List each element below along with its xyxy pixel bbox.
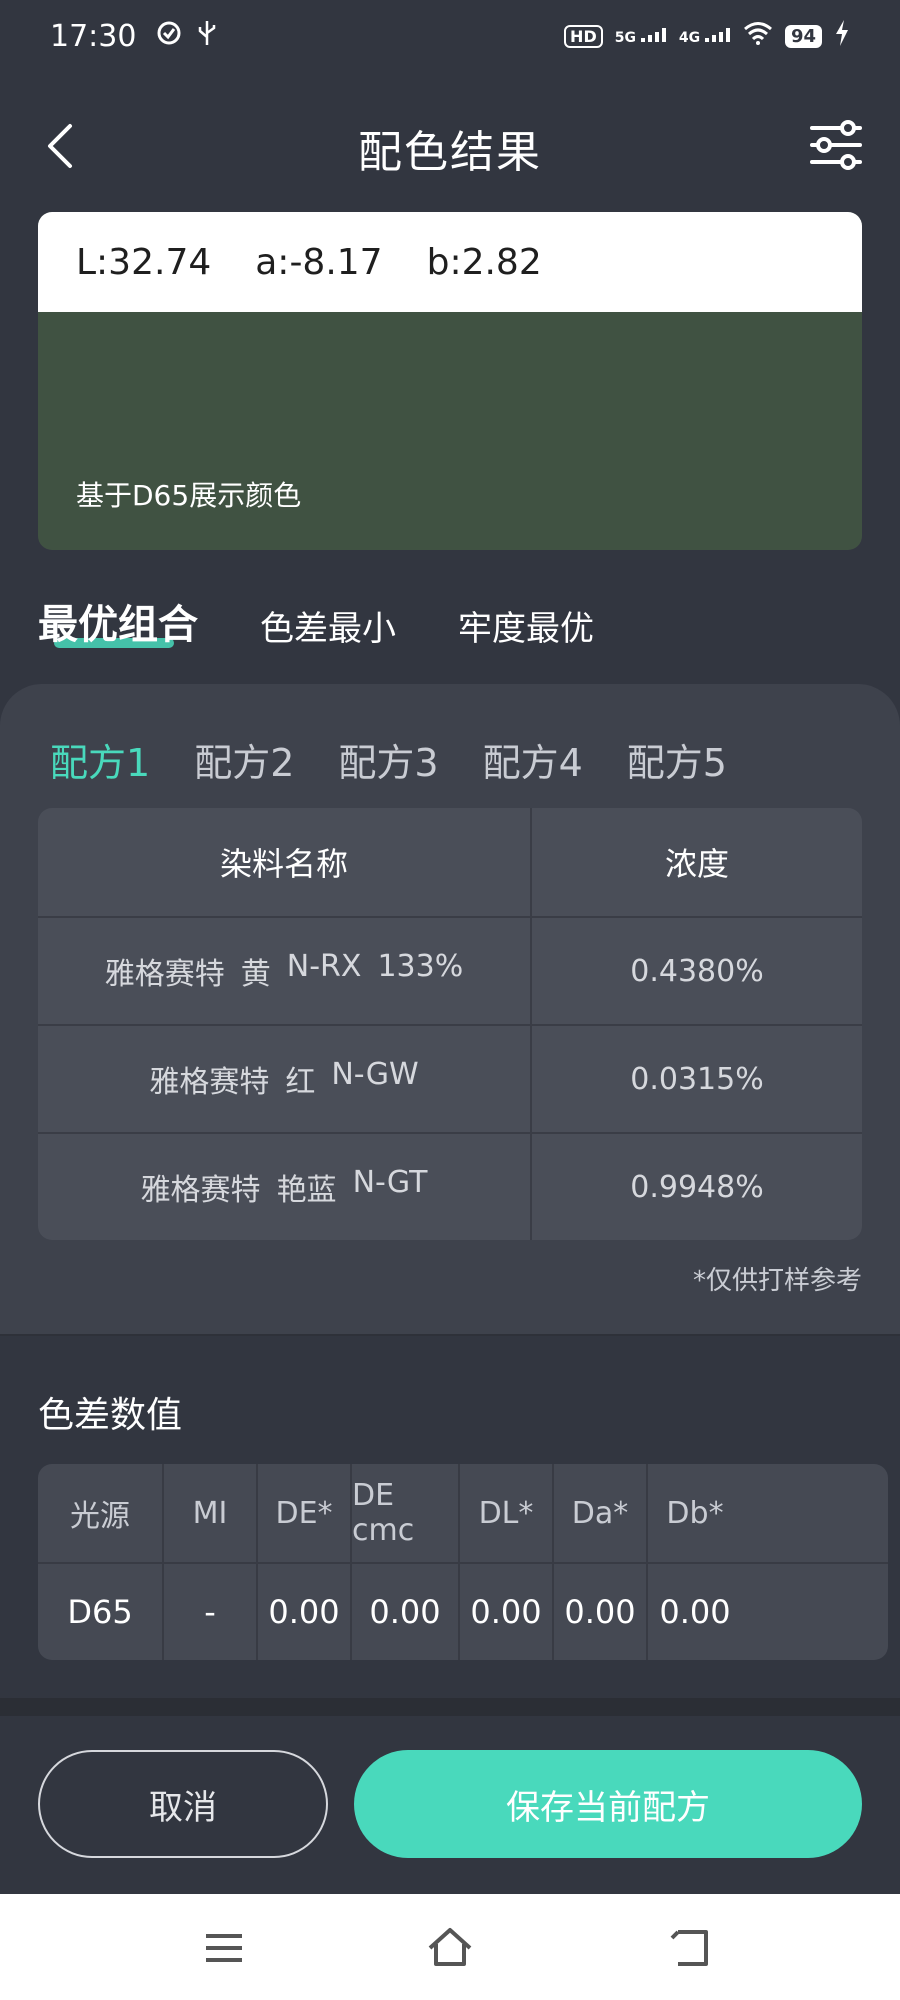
lab-l-value: L:32.74 — [76, 241, 212, 283]
table-row: 雅格赛特 艳蓝 N-GT 0.9948% — [38, 1132, 862, 1240]
section-divider — [0, 1334, 900, 1336]
color-diff-header-cell: DE cmc — [352, 1464, 460, 1562]
return-icon — [670, 1930, 708, 1966]
color-diff-value-cell: 0.00 — [460, 1564, 554, 1660]
dye-brand: 雅格赛特 — [149, 1065, 270, 1100]
lab-b-value: b:2.82 — [426, 241, 542, 283]
system-nav-bar — [0, 1894, 900, 2000]
dye-name: 雅格赛特黄 N-RX 133% — [105, 949, 463, 993]
option-tab-label: 最优组合 — [38, 602, 198, 648]
signal-4g-icon: 4G — [679, 27, 731, 45]
sync-icon — [156, 20, 182, 53]
color-diff-header-cell: MI — [164, 1464, 258, 1562]
status-time: 17:30 — [50, 18, 137, 54]
option-tab-0[interactable]: 最优组合 — [38, 592, 198, 650]
table-row: 雅格赛特红 N-GW 0.0315% — [38, 1024, 862, 1132]
dye-name: 雅格赛特红 N-GW — [149, 1057, 418, 1101]
app-bar: 配色结果 — [0, 100, 900, 190]
option-tabs: 最优组合 色差最小 牢度最优 — [38, 592, 594, 650]
sliders-icon — [810, 120, 862, 170]
dye-table-header: 染料名称 浓度 — [38, 808, 862, 916]
formula-tabs: 配方1 配方2 配方3 配方4 配方5 — [50, 732, 727, 787]
bottom-separator — [0, 1698, 900, 1716]
dye-brand: 雅格赛特 — [104, 957, 225, 992]
color-diff-header-cell: Da* — [554, 1464, 648, 1562]
dye-header-concentration: 浓度 — [664, 845, 729, 883]
color-diff-value-cell: 0.00 — [352, 1564, 460, 1660]
swatch-note: 基于D65展示颜色 — [76, 479, 302, 512]
formula-tab-5[interactable]: 配方5 — [627, 732, 727, 787]
dye-table: 染料名称 浓度 雅格赛特黄 N-RX 133% 0.4380% 雅格赛特红 N-GW 0.0… — [38, 808, 862, 1240]
cancel-button[interactable]: 取消 — [38, 1750, 328, 1858]
color-diff-header-cell: DL* — [460, 1464, 554, 1562]
color-diff-value-cell: - — [164, 1564, 258, 1660]
option-tab-label: 色差最小 — [260, 609, 396, 649]
color-diff-table: 光源 MI DE* DE cmc DL* Da* Db* D65-0.00 0.00 0.00 0… — [38, 1464, 888, 1660]
color-diff-value-cell: 0.00 — [659, 1593, 731, 1631]
dye-name-cell: 雅格赛特 艳蓝 N-GT — [38, 1134, 532, 1240]
dye-code: N-GW — [331, 1057, 419, 1092]
dye-concentration-cell: 0.9948% — [630, 1169, 764, 1205]
usb-icon — [196, 19, 218, 54]
color-diff-value-cell: 0.00 — [258, 1564, 352, 1660]
dye-name: 雅格赛特 艳蓝 N-GT — [141, 1165, 428, 1209]
dye-color: 黄 — [240, 957, 271, 992]
option-tab-label: 牢度最优 — [458, 609, 594, 649]
color-diff-title: 色差数值 — [38, 1395, 183, 1436]
wifi-icon — [743, 21, 773, 51]
color-diff-value-cell: 0.00 — [554, 1564, 648, 1660]
option-tab-1[interactable]: 色差最小 — [260, 601, 396, 650]
home-nav-button[interactable] — [426, 1924, 474, 1972]
dye-code: N-RX — [286, 949, 362, 984]
menu-icon — [206, 1934, 242, 1962]
dye-concentration-cell: 0.0315% — [630, 1061, 764, 1097]
formula-tab-2[interactable]: 配方2 — [194, 732, 294, 787]
dye-header-name: 染料名称 — [38, 808, 532, 916]
filter-button[interactable] — [808, 120, 864, 170]
dye-extra: 133% — [377, 949, 464, 984]
hd-badge: HD — [564, 24, 603, 48]
dye-color: 红 — [285, 1065, 316, 1100]
color-diff-header-row: 光源 MI DE* DE cmc DL* Da* Db* — [38, 1464, 888, 1562]
back-nav-button[interactable] — [666, 1924, 714, 1972]
color-diff-value-cell: D65 — [38, 1564, 164, 1660]
reference-note: *仅供打样参考 — [692, 1266, 862, 1296]
color-result-card: L:32.74 a:-8.17 b:2.82 基于D65展示颜色 — [38, 212, 862, 550]
formula-tab-1[interactable]: 配方1 — [50, 732, 150, 787]
home-icon — [428, 1928, 472, 1966]
lab-a-value: a:-8.17 — [255, 241, 383, 283]
status-bar: 17:30 HD 5G 4G 94 — [0, 0, 900, 72]
dye-brand: 雅格赛特 — [140, 1173, 261, 1208]
dye-name-cell: 雅格赛特黄 N-RX 133% — [38, 918, 532, 1024]
color-diff-header-cell: DE* — [258, 1464, 352, 1562]
page-title: 配色结果 — [358, 127, 542, 178]
formula-panel: 配方1 配方2 配方3 配方4 配方5 染料名称 浓度 雅格赛特黄 N-RX 133% 0.4… — [0, 684, 900, 1334]
formula-tab-3[interactable]: 配方3 — [338, 732, 438, 787]
dye-concentration-cell: 0.4380% — [630, 953, 764, 989]
color-diff-value-row: D65-0.00 0.00 0.00 0.00 0.00 — [38, 1562, 888, 1660]
dye-color: 艳蓝 — [276, 1173, 337, 1208]
color-diff-header-cell: 光源 — [38, 1464, 164, 1562]
dye-name-cell: 雅格赛特红 N-GW — [38, 1026, 532, 1132]
dye-code: N-GT — [352, 1165, 428, 1200]
table-row: 雅格赛特黄 N-RX 133% 0.4380% — [38, 916, 862, 1024]
battery-indicator: 94 — [784, 24, 822, 48]
charging-icon — [834, 20, 850, 52]
color-diff-header-cell: Db* — [666, 1495, 724, 1531]
signal-5g-icon: 5G — [615, 27, 667, 45]
lab-values: L:32.74 a:-8.17 b:2.82 — [38, 212, 862, 312]
option-tab-2[interactable]: 牢度最优 — [458, 601, 594, 650]
save-formula-button[interactable]: 保存当前配方 — [354, 1750, 862, 1858]
formula-tab-4[interactable]: 配方4 — [483, 732, 583, 787]
menu-nav-button[interactable] — [200, 1924, 248, 1972]
